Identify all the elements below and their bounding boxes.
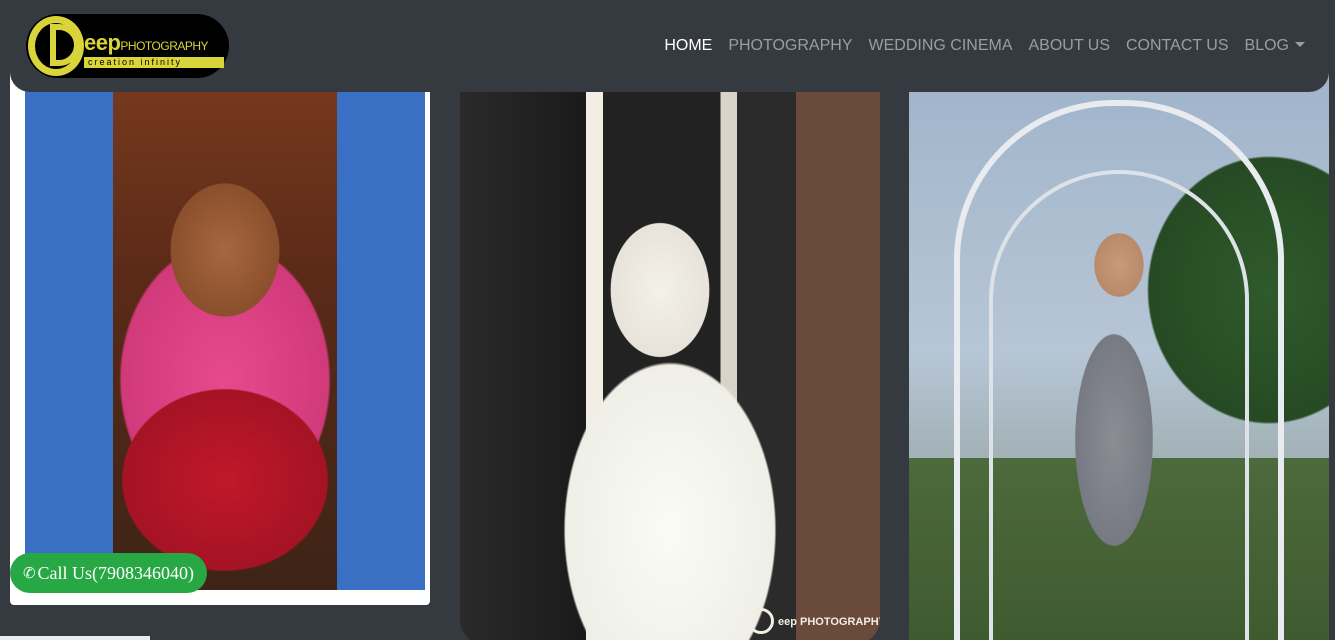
main-nav: HOME PHOTOGRAPHY WEDDING CINEMA ABOUT US… (664, 37, 1305, 55)
bottom-bar (0, 636, 150, 640)
caret-down-icon (1295, 42, 1305, 47)
nav-photography[interactable]: PHOTOGRAPHY (728, 37, 852, 55)
nav-home[interactable]: HOME (664, 37, 712, 55)
navbar: eepPHOTOGRAPHY creation infinity HOME PH… (10, 0, 1329, 92)
photo-bride-red-lehenga (25, 60, 425, 590)
logo-tagline: creation infinity (84, 57, 224, 68)
logo-suffix: PHOTOGRAPHY (120, 39, 209, 53)
gallery-card-model-arch[interactable] (909, 60, 1329, 640)
photo-watermark: eep PHOTOGRAPHY (748, 608, 880, 638)
nav-about-us[interactable]: ABOUT US (1029, 37, 1111, 55)
arch-inner-outline (989, 170, 1249, 640)
nav-contact-us[interactable]: CONTACT US (1126, 37, 1229, 55)
logo-wordmark: eepPHOTOGRAPHY (84, 30, 209, 56)
call-us-label: Call Us(7908346040) (37, 562, 195, 583)
watermark-logo-icon (748, 608, 774, 634)
nav-wedding-cinema[interactable]: WEDDING CINEMA (869, 37, 1013, 55)
gallery-card-bride-white[interactable]: eep PHOTOGRAPHY (460, 60, 880, 640)
gallery-card-bride-red[interactable] (10, 60, 430, 605)
nav-blog-label: BLOG (1244, 37, 1289, 54)
phone-icon: ✆ (22, 565, 36, 582)
watermark-text: eep PHOTOGRAPHY (778, 616, 880, 628)
photo-bride-white-gown (460, 60, 880, 640)
logo-name: eep (84, 30, 121, 55)
brand-logo[interactable]: eepPHOTOGRAPHY creation infinity (26, 14, 229, 78)
nav-blog-dropdown[interactable]: BLOG (1245, 37, 1305, 55)
call-us-button[interactable]: ✆ Call Us(7908346040) (10, 553, 207, 593)
